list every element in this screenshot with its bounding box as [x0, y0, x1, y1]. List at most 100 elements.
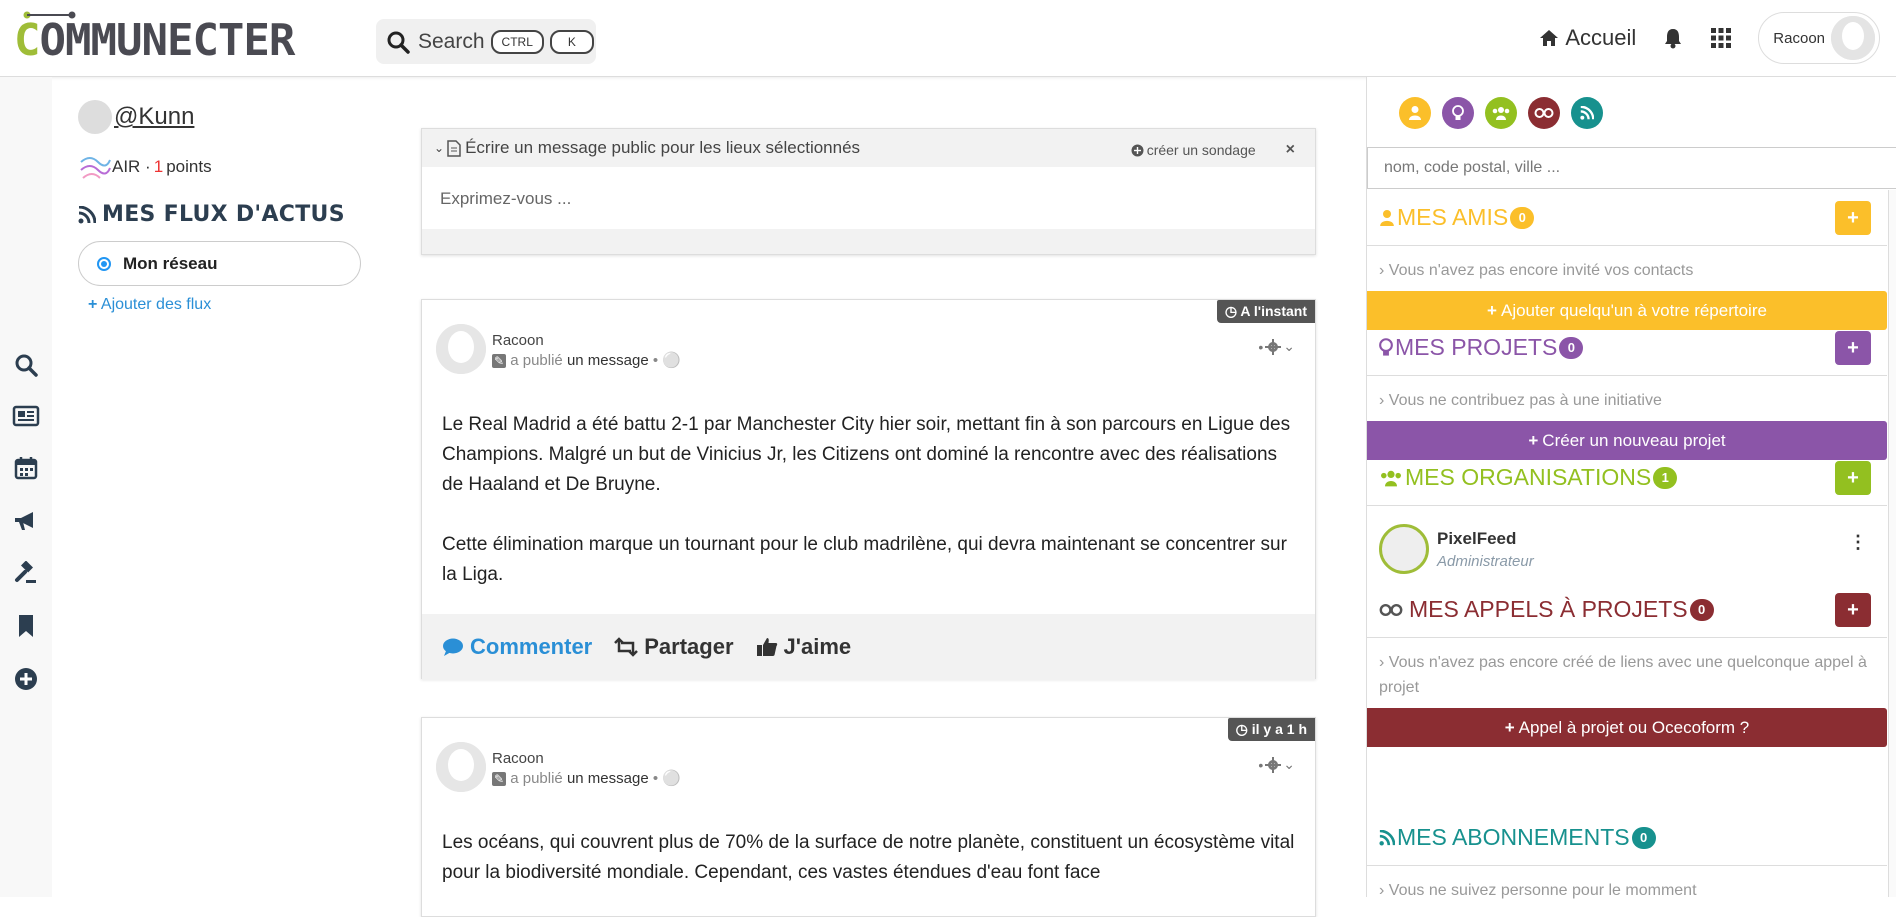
thumbs-up-icon: [756, 638, 777, 656]
right-sidebar: nom, code postal, ville ... MES AMIS 0 +…: [1366, 77, 1896, 899]
gavel-icon: [15, 561, 36, 583]
profile-handle-link[interactable]: @Kunn: [78, 100, 378, 134]
subscriptions-section: MES ABONNEMENTS 0 › Vous ne suivez perso…: [1367, 810, 1887, 907]
apps-menu-button[interactable]: [1710, 27, 1732, 49]
post-type-link[interactable]: un message: [567, 770, 649, 787]
post-meta: ✎ a publié un message • ⚪: [492, 352, 681, 369]
location-search-input[interactable]: nom, code postal, ville ...: [1367, 147, 1896, 189]
edit-icon: ✎: [492, 772, 507, 786]
newspaper-icon: [12, 405, 40, 427]
globe-icon: ⚪: [662, 770, 681, 787]
communecter-logo[interactable]: COMMUNECTER: [14, 10, 295, 66]
news-nav-button[interactable]: [12, 402, 40, 430]
add-feeds-link[interactable]: + Ajouter des flux: [88, 296, 378, 314]
my-network-option[interactable]: Mon réseau: [78, 241, 361, 286]
plus-icon: +: [1528, 430, 1539, 450]
add-friend-button[interactable]: +: [1835, 201, 1871, 235]
add-call-button[interactable]: +: [1835, 593, 1871, 627]
lightbulb-icon: [1379, 337, 1393, 356]
chevron-down-icon: ⌄: [1283, 756, 1295, 772]
create-poll-button[interactable]: créer un sondage: [1131, 142, 1256, 158]
friends-filter-button[interactable]: [1399, 97, 1431, 129]
bell-icon: [1665, 29, 1682, 49]
post-settings-button[interactable]: • ⌄: [1258, 338, 1295, 355]
organization-role: Administrateur: [1437, 552, 1534, 570]
like-button[interactable]: J'aime: [756, 634, 851, 660]
profile-avatar: [78, 100, 112, 134]
post-paragraph: Cette élimination marque un tournant pou…: [442, 534, 1287, 585]
comment-icon: [443, 638, 463, 656]
news-post: ◷ A l'instant Racoon ✎ a publié un messa…: [421, 299, 1316, 680]
subscriptions-filter-button[interactable]: [1571, 97, 1603, 129]
close-composer-button[interactable]: ×: [1286, 141, 1295, 159]
left-icon-bar: [0, 77, 52, 897]
points-value: 1: [153, 157, 164, 176]
message-composer: ⌄ Écrire un message public pour les lieu…: [421, 128, 1316, 255]
default-avatar-icon: [436, 742, 486, 792]
gear-icon: [1265, 338, 1282, 355]
more-options-icon[interactable]: ⋮: [1849, 532, 1867, 553]
air-points: AIR · 1 points: [78, 152, 378, 182]
announcements-nav-button[interactable]: [12, 507, 40, 535]
post-actions: Commenter Partager J'aime: [422, 614, 1315, 680]
chevron-down-icon: ⌄: [434, 141, 445, 155]
composer-header[interactable]: ⌄ Écrire un message public pour les lieu…: [422, 129, 1315, 167]
search-button[interactable]: Search CTRL K: [376, 19, 596, 64]
glasses-icon: [1534, 108, 1554, 118]
subscriptions-title: MES ABONNEMENTS 0: [1367, 810, 1887, 866]
post-body: Les océans, qui couvrent plus de 70% de …: [422, 818, 1315, 908]
search-nav-button[interactable]: [12, 351, 40, 379]
lightbulb-icon: [1452, 104, 1464, 120]
megaphone-icon: [15, 512, 33, 530]
news-feeds-title-text: MES FLUX D'ACTUS: [102, 202, 345, 227]
gear-icon: [1265, 756, 1282, 773]
composer-title: Écrire un message public pour les lieux …: [465, 138, 861, 157]
organizations-count-badge: 1: [1653, 466, 1678, 489]
add-project-button[interactable]: +: [1835, 331, 1871, 365]
post-body: Le Real Madrid a été battu 2-1 par Manch…: [422, 400, 1315, 614]
default-avatar-icon: [436, 324, 486, 374]
message-input[interactable]: Exprimez-vous ...: [422, 167, 1315, 229]
author-name[interactable]: Racoon: [492, 332, 544, 349]
search-icon: [15, 354, 38, 377]
comment-button[interactable]: Commenter: [442, 634, 592, 660]
organizations-title: MES ORGANISATIONS 1 +: [1367, 450, 1887, 506]
post-settings-button[interactable]: • ⌄: [1258, 756, 1295, 773]
friends-title: MES AMIS 0 +: [1367, 190, 1887, 246]
author-name[interactable]: Racoon: [492, 750, 544, 767]
share-button[interactable]: Partager: [614, 634, 734, 660]
user-menu-button[interactable]: Racoon: [1758, 12, 1880, 64]
add-feeds-label: Ajouter des flux: [100, 296, 212, 313]
air-label: AIR ·: [112, 157, 151, 176]
organizations-section: MES ORGANISATIONS 1 + PixelFeed Administ…: [1367, 450, 1887, 578]
author-avatar[interactable]: [436, 742, 486, 792]
home-link[interactable]: Accueil: [1539, 25, 1636, 51]
add-organization-button[interactable]: +: [1835, 461, 1871, 495]
home-label: Accueil: [1565, 25, 1637, 50]
agenda-nav-button[interactable]: [12, 454, 40, 482]
notifications-button[interactable]: [1662, 27, 1684, 49]
author-avatar[interactable]: [436, 324, 486, 374]
rss-icon: [78, 205, 96, 223]
scrollbar[interactable]: [1888, 190, 1896, 897]
tools-nav-button[interactable]: [12, 559, 40, 587]
organization-item[interactable]: PixelFeed Administrateur ⋮: [1367, 506, 1887, 578]
calls-count-badge: 0: [1689, 598, 1714, 621]
plus-circle-icon: [1131, 144, 1144, 156]
user-avatar: [1831, 16, 1875, 60]
projects-filter-button[interactable]: [1442, 97, 1474, 129]
default-avatar-icon: [1831, 16, 1875, 60]
call-for-projects-button[interactable]: + Appel à projet ou Ocecoform ?: [1367, 708, 1887, 747]
logo-text: COMMUNECTER: [14, 15, 295, 66]
post-type-link[interactable]: un message: [567, 352, 649, 369]
points-label: points: [166, 157, 212, 176]
kbd-k: K: [549, 29, 594, 54]
organizations-filter-button[interactable]: [1485, 97, 1517, 129]
post-meta: ✎ a publié un message • ⚪: [492, 770, 681, 787]
calls-filter-button[interactable]: [1528, 97, 1560, 129]
friends-count-badge: 0: [1510, 206, 1535, 229]
radio-selected-icon: [97, 256, 111, 271]
calls-title: MES APPELS À PROJETS 0 +: [1367, 582, 1887, 638]
bookmarks-nav-button[interactable]: [12, 612, 40, 640]
add-nav-button[interactable]: [12, 665, 40, 693]
